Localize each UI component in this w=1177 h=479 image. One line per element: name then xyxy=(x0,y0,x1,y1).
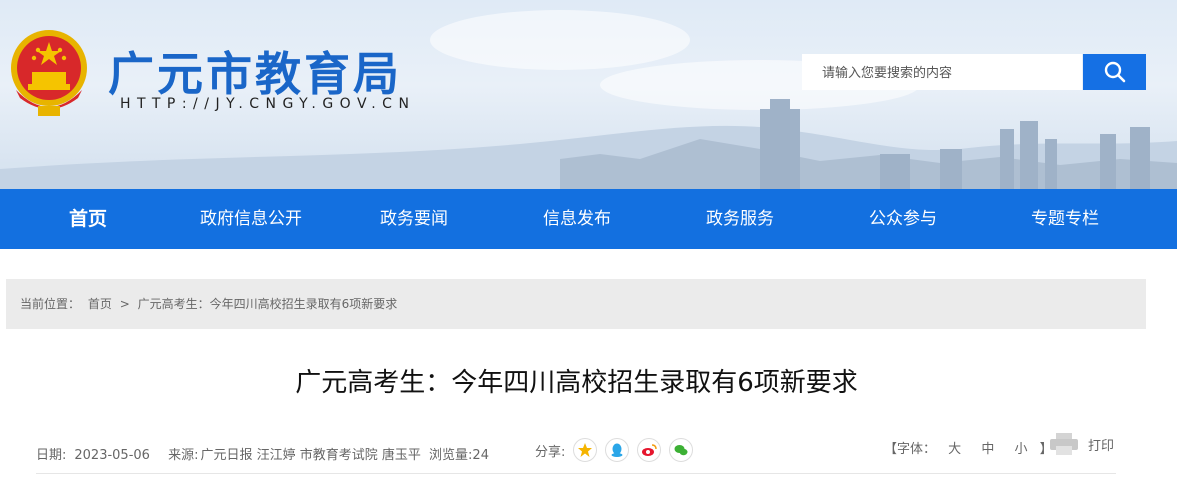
source-label: 来源: xyxy=(168,448,199,463)
breadcrumb-separator: > xyxy=(119,297,130,311)
wechat-icon[interactable] xyxy=(669,438,694,462)
nav-item-gov-service[interactable]: 政务服务 xyxy=(706,189,774,249)
font-size-small-button[interactable]: 小 xyxy=(1014,442,1027,457)
nav-item-info-release[interactable]: 信息发布 xyxy=(543,189,611,249)
article-meta: 日期: 2023-05-06 来源: 广元日报 汪江婷 市教育考试院 唐玉平 浏览量… xyxy=(36,444,497,463)
font-size-open: 【字体： xyxy=(884,442,937,457)
article-source: 广元日报 汪江婷 市教育考试院 唐玉平 xyxy=(200,448,421,463)
city-skyline-image xyxy=(0,99,1177,189)
nav-item-home[interactable]: 首页 xyxy=(69,189,107,249)
qq-icon[interactable] xyxy=(605,438,630,462)
print-label: 打印 xyxy=(1088,438,1115,454)
breadcrumb-home-link[interactable]: 首页 xyxy=(88,297,112,311)
nav-item-gov-info[interactable]: 政府信息公开 xyxy=(200,189,302,249)
search-bar xyxy=(802,54,1146,90)
meta-divider xyxy=(36,473,1116,474)
date-label: 日期: xyxy=(36,448,67,463)
font-size-medium-button[interactable]: 中 xyxy=(981,442,994,457)
breadcrumb-current-link[interactable]: 广元高考生：今年四川高校招生录取有6项新要求 xyxy=(138,297,398,311)
site-url: HTTP://JY.CNGY.GOV.CN xyxy=(120,96,416,112)
nav-item-special-topics[interactable]: 专题专栏 xyxy=(1031,189,1099,249)
printer-icon xyxy=(1050,433,1078,455)
qzone-icon[interactable] xyxy=(573,438,598,462)
breadcrumb: 当前位置： 首页 > 广元高考生：今年四川高校招生录取有6项新要求 xyxy=(6,279,1146,329)
share-bar: 分享: xyxy=(535,438,694,462)
article-views: 24 xyxy=(472,448,489,463)
weibo-icon[interactable] xyxy=(637,438,662,462)
print-button[interactable]: 打印 xyxy=(1048,432,1114,456)
article-title: 广元高考生：今年四川高校招生录取有6项新要求 xyxy=(295,368,858,398)
header-banner: 广元市教育局 HTTP://JY.CNGY.GOV.CN xyxy=(0,0,1177,189)
views-label: 浏览量: xyxy=(429,448,473,463)
nav-item-gov-news[interactable]: 政务要闻 xyxy=(380,189,448,249)
nav-item-public-participation[interactable]: 公众参与 xyxy=(869,189,937,249)
site-title: 广元市教育局 xyxy=(108,47,402,101)
share-label: 分享: xyxy=(535,444,566,460)
search-button[interactable] xyxy=(1083,54,1146,90)
font-size-control: 【字体： 大 中 小 】 xyxy=(884,438,1053,457)
search-input[interactable] xyxy=(802,54,1082,90)
main-nav: 首页 政府信息公开 政务要闻 信息发布 政务服务 公众参与 专题专栏 xyxy=(0,189,1177,249)
cloud-decoration xyxy=(430,10,690,70)
font-size-large-button[interactable]: 大 xyxy=(948,442,961,457)
article-date: 2023-05-06 xyxy=(74,448,150,463)
national-emblem-logo xyxy=(11,30,87,116)
breadcrumb-prefix: 当前位置： xyxy=(20,297,81,311)
search-icon xyxy=(1104,61,1125,83)
